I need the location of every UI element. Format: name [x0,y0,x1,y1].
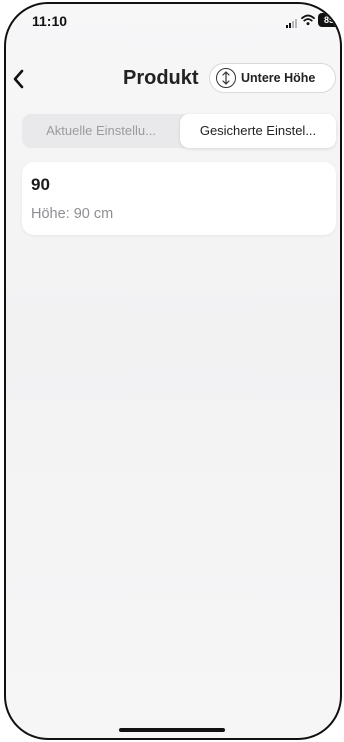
tab-saved-settings[interactable]: Gesicherte Einstel... [180,114,336,148]
tab-current-settings[interactable]: Aktuelle Einstellu... [22,114,180,148]
status-bar: 11:10 85 [6,4,340,38]
chevron-left-icon[interactable] [11,67,27,91]
vertical-arrows-circle-icon [216,68,236,88]
home-indicator[interactable] [119,728,225,732]
page-title: Produkt [123,67,199,89]
segmented-control: Aktuelle Einstellu... Gesicherte Einstel… [22,114,336,148]
lower-height-button[interactable]: Untere Höhe [209,63,336,93]
list-item[interactable]: 90 Höhe: 90 cm [22,162,336,235]
item-value: 90 [31,175,50,194]
battery-level: 85 [323,15,334,25]
item-height-detail: Höhe: 90 cm [31,206,114,222]
phone-frame: 11:10 85 Produkt Untere Höhe Aktuelle Ei… [4,2,342,740]
battery-icon: 85 [318,13,340,27]
signal-icon [286,18,298,28]
navigation-bar: Produkt Untere Höhe [6,62,340,98]
lower-height-button-label: Untere Höhe [241,71,316,85]
wifi-icon [301,14,315,26]
status-time: 11:10 [32,13,68,29]
